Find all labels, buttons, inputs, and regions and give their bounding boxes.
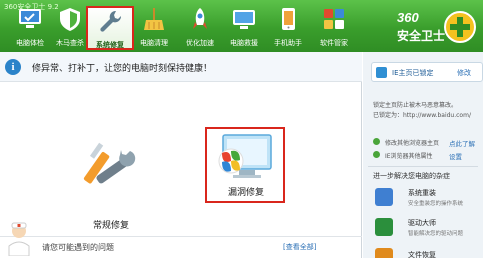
tool-cleanup[interactable]: 电脑清理	[130, 6, 178, 50]
vulnerability-repair-label: 漏洞修复	[227, 188, 264, 198]
side-panel: IE主页已锁定 修改 锁定主页防止被木马恶意篡改。 已锁定为：http://ww…	[363, 52, 483, 258]
learn-more-link[interactable]: 点此了解	[449, 138, 475, 148]
system-reinstall-name[interactable]: 系统重装	[408, 188, 436, 198]
homepage-edit-link[interactable]: 修改	[457, 68, 471, 78]
tool-system-repair[interactable]: 系统修复	[86, 6, 134, 50]
info-icon: i	[5, 59, 21, 75]
brand-number: 360	[397, 10, 419, 25]
doctor-avatar-icon	[8, 222, 30, 256]
view-all-link[interactable]: [查看全部]	[283, 242, 316, 252]
homepage-lock-title: IE主页已锁定	[392, 69, 434, 77]
computer-check-icon	[19, 9, 41, 28]
tool-label: 电脑清理	[140, 39, 168, 47]
tip-text: 修异常、打补丁，让您的电脑时刻保持健康！	[32, 64, 213, 74]
top-toolbar: 360安全卫士 9.2 电脑体检 木马查杀 系统修复 电脑清理 优化加速 电脑救…	[0, 0, 483, 52]
tool-label: 手机助手	[274, 39, 302, 47]
bullet-icon	[373, 138, 380, 145]
settings-link[interactable]: 设置	[449, 151, 462, 161]
apps-icon	[324, 9, 344, 29]
vulnerability-repair-button[interactable]: 漏洞修复	[205, 127, 285, 203]
tool-phone-assistant[interactable]: 手机助手	[264, 6, 312, 50]
more-tools-title: 进一步解决您电脑的杂症	[373, 172, 450, 180]
other-browser-homepage: 修改其他浏览器主页	[385, 140, 440, 147]
lock-description: 锁定主页防止被木马恶意篡改。	[373, 102, 458, 109]
brand-name: 安全卫士	[397, 29, 446, 43]
faq-text: 请您可能遇到的问题	[42, 243, 114, 252]
system-reinstall-icon[interactable]	[375, 188, 393, 206]
driver-master-name[interactable]: 驱动大师	[408, 218, 436, 228]
tool-rescue[interactable]: 电脑救援	[220, 6, 268, 50]
homepage-lock-card: IE主页已锁定 修改	[371, 62, 483, 82]
tool-label: 软件管家	[320, 39, 348, 47]
brand-logo: 360 安全卫士	[397, 10, 477, 46]
driver-master-desc: 智能解决您的驱动问题	[408, 231, 464, 237]
ie-other-properties: IE浏览器其他属性	[385, 153, 433, 160]
locked-url: 已锁定为：http://www.baidu.com/	[373, 112, 471, 119]
tip-bar: i 修异常、打补丁，让您的电脑时刻保持健康！	[0, 52, 362, 82]
monitor-patch-icon	[218, 134, 272, 178]
tool-label: 优化加速	[186, 39, 214, 47]
tools-icon	[83, 142, 136, 184]
shield-icon	[60, 8, 80, 31]
divider	[368, 166, 478, 167]
monitor-icon	[233, 10, 255, 29]
driver-master-icon[interactable]	[375, 218, 393, 236]
broom-icon	[144, 8, 164, 30]
tool-software-manager[interactable]: 软件管家	[310, 6, 358, 50]
file-recovery-name[interactable]: 文件恢复	[408, 250, 436, 258]
rocket-icon	[193, 8, 207, 29]
bullet-icon	[373, 151, 380, 158]
phone-icon	[282, 8, 295, 30]
normal-repair-label: 常规修复	[92, 221, 129, 231]
normal-repair-button[interactable]: 常规修复	[72, 125, 150, 247]
plus-logo-icon	[444, 11, 476, 43]
file-recovery-icon[interactable]	[375, 248, 393, 258]
system-reinstall-desc: 安全重装您的操作系统	[408, 201, 464, 207]
tool-label: 系统修复	[96, 41, 124, 49]
wrench-icon	[100, 10, 122, 32]
tool-label: 电脑救援	[230, 39, 258, 47]
main-panel: i 修异常、打补丁，让您的电脑时刻保持健康！	[0, 52, 362, 258]
ie-icon	[376, 67, 387, 78]
tool-optimize[interactable]: 优化加速	[176, 6, 224, 50]
